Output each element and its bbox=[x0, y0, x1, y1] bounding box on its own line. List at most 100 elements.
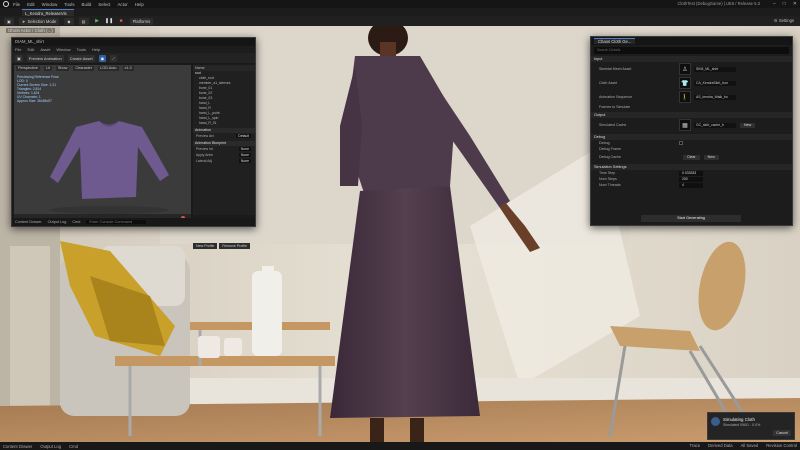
prop-label: Preview Int bbox=[196, 147, 213, 151]
row-label: Animation Sequence bbox=[599, 95, 633, 99]
row-debug-cache: Debug Cache Clear New bbox=[591, 152, 792, 162]
cloth-cmd-button[interactable]: Cmd bbox=[72, 220, 80, 224]
row-num-threads: Num Threads 4 bbox=[591, 182, 792, 188]
maximize-icon[interactable]: □ bbox=[783, 1, 786, 7]
simulated-cache-picker[interactable]: GC_skirt_cache_b bbox=[694, 122, 736, 128]
profile-buttons: New Profile Remove Profile bbox=[193, 243, 250, 249]
trace-button[interactable]: Trace bbox=[690, 443, 701, 448]
derived-data-button[interactable]: Derived Data bbox=[708, 443, 732, 448]
generator-tab-bar: Chaos Cloth Ge... bbox=[591, 37, 792, 45]
prop-value[interactable]: None bbox=[238, 159, 251, 163]
main-toolbar: ▣ ➤ Selection Mode ◆ ▤ ▶ ❚❚ ■ Platforms bbox=[0, 16, 800, 26]
selection-mode-button[interactable]: ➤ Selection Mode bbox=[18, 17, 60, 25]
row-simulated-cache: Simulated Cache ▦ GC_skirt_cache_b New bbox=[591, 118, 792, 132]
new-profile-button[interactable]: New Profile bbox=[193, 243, 218, 249]
cloth-menu-file[interactable]: File bbox=[15, 47, 21, 52]
cloth-menu-asset[interactable]: Asset bbox=[40, 47, 50, 52]
spinner-icon bbox=[711, 417, 720, 426]
remove-profile-button[interactable]: Remove Profile bbox=[219, 243, 250, 249]
unreal-logo-icon[interactable] bbox=[3, 1, 9, 7]
window-controls: – □ ✕ bbox=[773, 1, 797, 7]
cancel-simulation-button[interactable]: Cancel bbox=[773, 430, 791, 436]
clear-debug-cache-button[interactable]: Clear bbox=[683, 154, 700, 160]
gear-icon: ⚙ bbox=[773, 18, 778, 23]
blueprint-icon[interactable]: ◆ bbox=[64, 17, 74, 25]
row-cloth-asset: Cloth Asset 👕 CA_KendraSkirt_bon bbox=[591, 76, 792, 90]
platforms-button[interactable]: Platforms bbox=[129, 17, 154, 25]
menu-select[interactable]: Select bbox=[98, 2, 110, 7]
settings-button[interactable]: ⚙ Settings bbox=[774, 18, 794, 23]
debug-checkbox[interactable] bbox=[679, 141, 683, 145]
cmd-button[interactable]: Cmd bbox=[69, 444, 78, 449]
play-icon[interactable]: ▶ bbox=[94, 18, 101, 25]
start-generating-button[interactable]: Start Generating bbox=[641, 215, 741, 222]
prop-value[interactable]: None bbox=[238, 147, 251, 151]
pause-icon[interactable]: ❚❚ bbox=[105, 18, 113, 25]
cloth-console-input[interactable]: Enter Console Command bbox=[86, 220, 147, 224]
menu-bar: File Edit Window Tools Build Select Acto… bbox=[0, 0, 800, 8]
menu-tools[interactable]: Tools bbox=[64, 2, 74, 7]
cloth-preview-viewport[interactable]: Perspective Lit Show Character LOD Auto … bbox=[14, 65, 191, 222]
prop-value[interactable]: None bbox=[238, 153, 251, 157]
row-label: Debug Frame bbox=[599, 147, 621, 151]
row-frames-to-simulate: Frames to Simulate bbox=[591, 104, 792, 110]
cloth-output-log-button[interactable]: Output Log bbox=[48, 220, 67, 224]
menu-help[interactable]: Help bbox=[135, 2, 144, 7]
row-label: Skeletal Mesh Asset bbox=[599, 67, 632, 71]
cloth-save-icon[interactable]: ▣ bbox=[15, 54, 23, 62]
menu-actor[interactable]: Actor bbox=[118, 2, 128, 7]
selection-mode-label: Selection Mode bbox=[27, 18, 57, 24]
cloth-editor-bottom-bar: Content Drawer Output Log Cmd Enter Cons… bbox=[12, 218, 255, 226]
content-drawer-button[interactable]: Content Drawer bbox=[3, 444, 32, 449]
bone-icon[interactable]: ⟋ bbox=[110, 54, 117, 62]
person-icon[interactable]: ◉ bbox=[98, 54, 107, 62]
output-log-button[interactable]: Output Log bbox=[40, 444, 61, 449]
animation-sequence-picker[interactable]: AS_kendra_Walk_bo bbox=[694, 94, 736, 100]
revision-control-button[interactable]: Revision Control bbox=[766, 443, 797, 448]
walking-figure-thumbnail-icon: 🚶 bbox=[679, 91, 691, 103]
viewport-label: Ghost Actor / Cloth (...) bbox=[6, 28, 55, 33]
preview-animation-button[interactable]: Preview Animation bbox=[26, 54, 64, 62]
cinematics-icon[interactable]: ▤ bbox=[78, 17, 89, 25]
cloth-menu-window[interactable]: Window bbox=[56, 47, 70, 52]
row-label: Debug bbox=[599, 141, 610, 145]
level-tab-bar: L_Kendra_ReleaseVis bbox=[0, 8, 800, 16]
cloth-menu-edit[interactable]: Edit bbox=[27, 47, 34, 52]
menu-edit[interactable]: Edit bbox=[27, 2, 35, 7]
time-step-field[interactable]: 0.033333 bbox=[679, 170, 703, 176]
cloth-editor-title: DIAM_ML_shirt bbox=[12, 38, 255, 46]
cloth-skeleton-tree-panel: Name root cloth_root member_a1_sleeves b… bbox=[193, 65, 255, 215]
row-label: Simulated Cache bbox=[599, 123, 627, 127]
platforms-label: Platforms bbox=[132, 18, 151, 24]
cloth-asset-picker[interactable]: CA_KendraSkirt_bon bbox=[694, 80, 736, 86]
all-saved-indicator[interactable]: All Saved bbox=[741, 443, 759, 448]
cloth-asset-editor-window: DIAM_ML_shirt File Edit Asset Window Too… bbox=[11, 37, 256, 249]
cloth-menu-tools[interactable]: Tools bbox=[77, 47, 86, 52]
cloth-menu-help[interactable]: Help bbox=[92, 47, 100, 52]
create-asset-button[interactable]: Create Asset bbox=[67, 54, 95, 62]
num-steps-field[interactable]: 200 bbox=[679, 176, 703, 182]
menu-window[interactable]: Window bbox=[42, 2, 58, 7]
close-icon[interactable]: ✕ bbox=[793, 1, 797, 7]
stop-icon[interactable]: ■ bbox=[118, 18, 125, 25]
save-icon[interactable]: ▣ bbox=[4, 17, 14, 25]
prop-label: Preview Ani bbox=[196, 134, 214, 138]
status-bar: Content Drawer Output Log Cmd Trace Deri… bbox=[0, 442, 800, 450]
tree-item[interactable]: hand_R_01 bbox=[193, 121, 255, 126]
new-debug-cache-button[interactable]: New bbox=[703, 154, 719, 160]
simulation-progress-toast: Simulating Cloth Simulated 0/601 - 0.0% … bbox=[707, 412, 795, 440]
menu-file[interactable]: File bbox=[13, 2, 20, 7]
row-animation-sequence: Animation Sequence 🚶 AS_kendra_Walk_bo bbox=[591, 90, 792, 104]
skeletal-mesh-picker[interactable]: SKM_ML_shirt bbox=[694, 66, 736, 72]
level-tab[interactable]: L_Kendra_ReleaseVis bbox=[22, 9, 74, 16]
new-cache-button[interactable]: New bbox=[740, 122, 756, 128]
minimize-icon[interactable]: – bbox=[773, 1, 776, 7]
num-threads-field[interactable]: 4 bbox=[679, 182, 703, 188]
prop-value[interactable]: Default bbox=[236, 134, 251, 138]
details-search-input[interactable]: Search Details bbox=[594, 47, 789, 54]
skeletal-mesh-thumbnail-icon: ♙ bbox=[679, 63, 691, 75]
cloth-content-drawer-button[interactable]: Content Drawer bbox=[15, 220, 42, 224]
generator-tab[interactable]: Chaos Cloth Ge... bbox=[594, 38, 636, 44]
cloth-editor-toolbar: ▣ Preview Animation Create Asset ◉ ⟋ bbox=[12, 53, 255, 63]
menu-build[interactable]: Build bbox=[82, 2, 92, 7]
